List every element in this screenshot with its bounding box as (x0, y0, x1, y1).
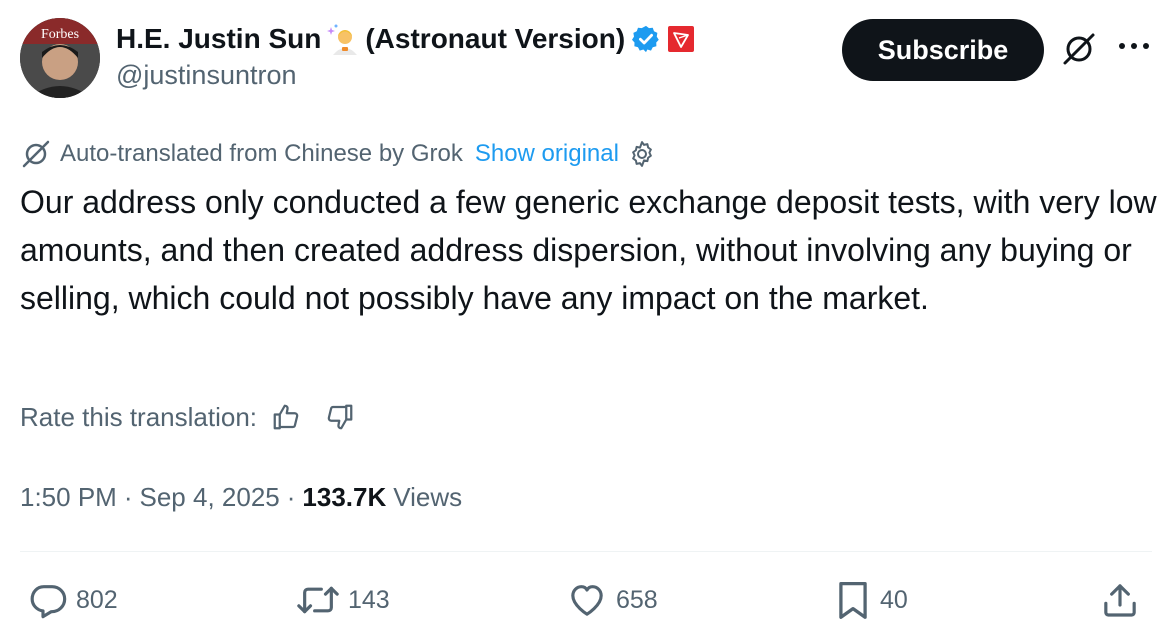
views-label: Views (393, 481, 463, 512)
tweet-date[interactable]: Sep 4, 2025 (140, 482, 280, 513)
divider (20, 551, 1152, 552)
like-count: 658 (616, 585, 658, 614)
meta-separator: · (286, 481, 296, 512)
gear-icon[interactable] (627, 139, 657, 169)
tweet-meta: 1:50 PM · Sep 4, 2025 · 133.7K Views (20, 476, 462, 518)
tweet-time[interactable]: 1:50 PM (20, 482, 117, 513)
author-name[interactable]: H.E. Justin Sun (116, 23, 321, 55)
bookmark-icon (834, 579, 872, 621)
grok-icon[interactable] (1060, 30, 1098, 73)
reply-count: 802 (76, 585, 118, 614)
bookmark-button[interactable]: 40 (834, 578, 908, 622)
bookmark-count: 40 (880, 585, 908, 614)
author-handle[interactable]: @justinsuntron (116, 60, 297, 91)
heart-icon (566, 580, 608, 620)
grok-translate-icon (20, 138, 52, 170)
author-name-suffix: (Astronaut Version) (365, 23, 626, 54)
views-count: 133.7K (302, 481, 387, 512)
tweet-text: Our address only conducted a few generic… (20, 184, 1157, 316)
like-button[interactable]: 658 (566, 578, 658, 622)
repost-count: 143 (348, 585, 390, 614)
thumbs-up-icon[interactable] (271, 402, 301, 432)
astronaut-emoji-icon (327, 23, 359, 55)
translation-notice-text: Auto-translated from Chinese by Grok (60, 140, 463, 167)
meta-separator: · (123, 481, 133, 512)
thumbs-down-icon[interactable] (325, 402, 355, 432)
verified-badge-icon[interactable] (631, 24, 661, 54)
share-icon (1100, 580, 1140, 620)
more-options-icon[interactable] (1116, 36, 1152, 61)
avatar[interactable]: Forbes (20, 18, 100, 98)
tron-affiliate-badge-icon[interactable] (667, 25, 695, 53)
repost-button[interactable]: 143 (296, 578, 390, 622)
translation-notice: Auto-translated from Chinese by Grok Sho… (20, 136, 657, 172)
author-name-row[interactable]: H.E. Justin Sun (Astronaut Version) (116, 18, 695, 60)
reply-icon (28, 580, 68, 620)
share-button[interactable] (1100, 578, 1140, 622)
repost-icon (296, 580, 340, 620)
show-original-link[interactable]: Show original (475, 140, 619, 168)
subscribe-button[interactable]: Subscribe (842, 19, 1044, 81)
avatar-forbes-text: Forbes (41, 27, 79, 42)
rate-translation-label: Rate this translation: (20, 401, 258, 432)
rate-translation: Rate this translation: (20, 397, 355, 437)
reply-button[interactable]: 802 (28, 578, 118, 622)
